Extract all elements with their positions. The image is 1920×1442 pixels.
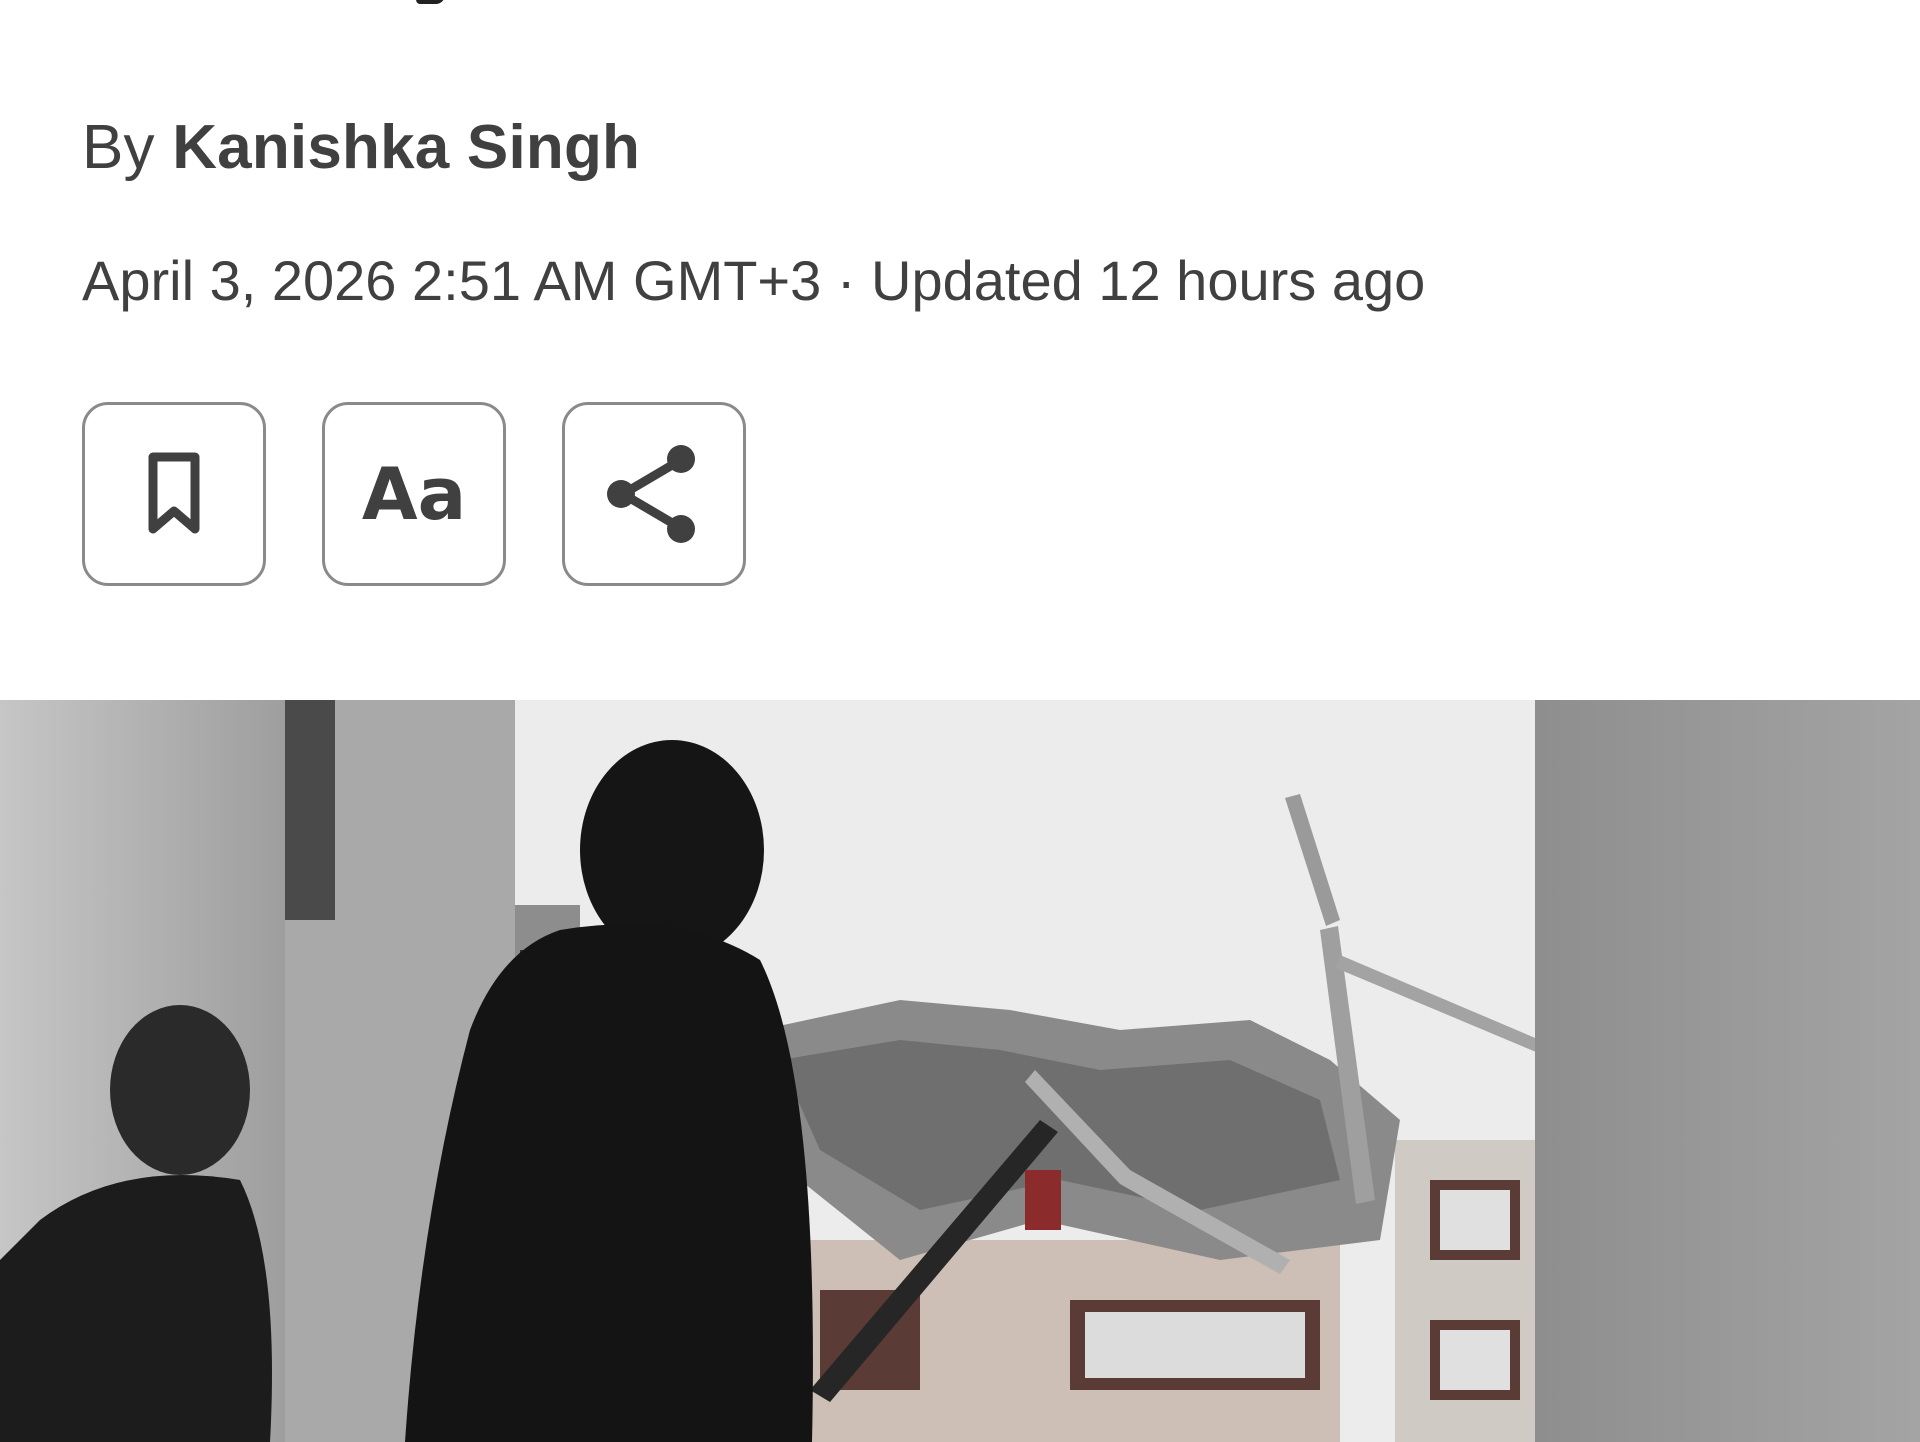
date-separator: ·: [836, 249, 856, 312]
bookmark-icon: [148, 452, 200, 534]
author-link[interactable]: Kanishka Singh: [172, 113, 640, 182]
updated-time: Updated 12 hours ago: [871, 249, 1426, 312]
share-button[interactable]: [562, 402, 746, 586]
share-icon: [607, 445, 695, 543]
headline-fragment: [414, 0, 454, 4]
damaged-building-photo: [0, 700, 1920, 1442]
text-size-label: Aa: [361, 452, 467, 536]
article-page: By Kanishka Singh April 3, 2026 2:51 AM …: [0, 0, 1920, 1442]
bookmark-button[interactable]: [82, 402, 266, 586]
text-size-button[interactable]: Aa: [322, 402, 506, 586]
dateline: April 3, 2026 2:51 AM GMT+3 · Updated 12…: [82, 248, 1425, 313]
byline-prefix: By: [82, 113, 155, 182]
article-toolbar: Aa: [82, 402, 746, 586]
hero-image[interactable]: [0, 700, 1920, 1442]
published-date: April 3, 2026 2:51 AM GMT+3: [82, 249, 822, 312]
byline: By Kanishka Singh: [82, 112, 640, 183]
